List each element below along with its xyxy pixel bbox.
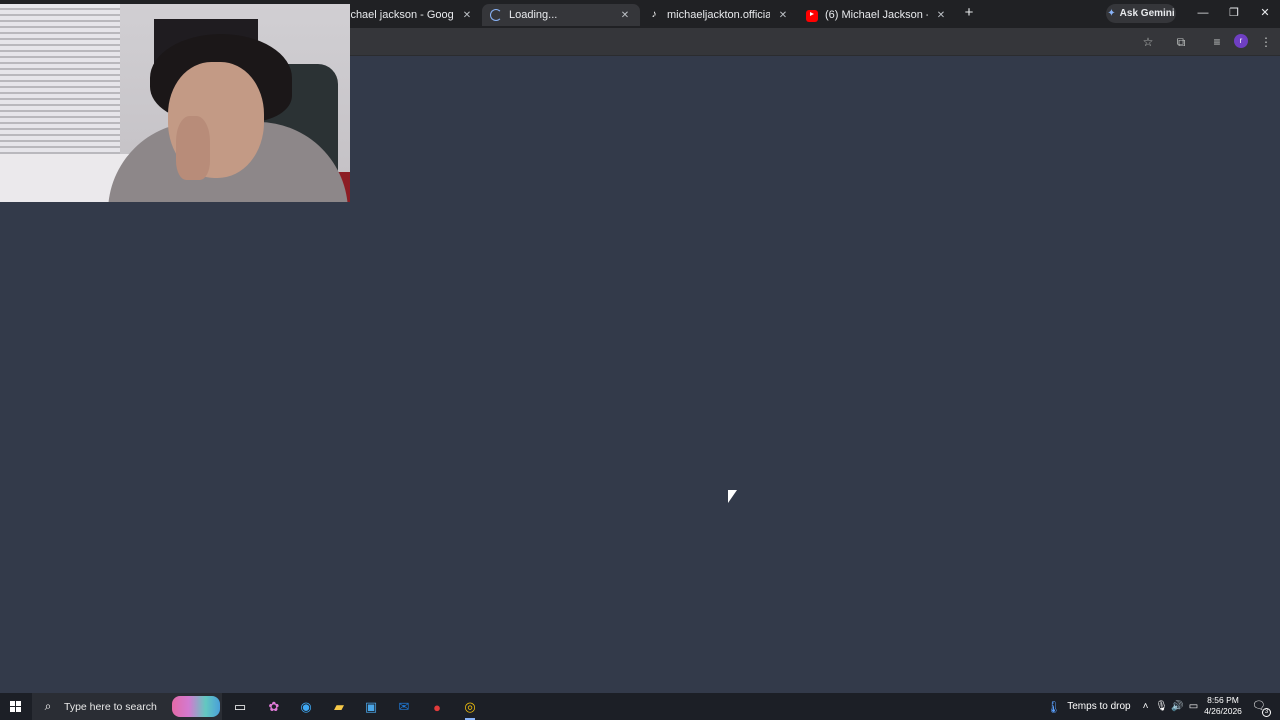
ask-gemini-label: Ask Gemini [1119,8,1175,19]
webcam-overlay [0,4,350,202]
windows-start-icon[interactable] [10,701,21,712]
copilot-icon[interactable]: ✿ [263,696,285,718]
windows-taskbar: ⌕ Type here to search ▭ ✿ ◉ ▰ ▣ ✉ ● ◎ 🌡 … [0,693,1280,720]
tab-title: michaeljackton.official (@micha [667,9,770,21]
chevron-up-icon[interactable]: ˄ [1139,700,1152,713]
thermometer-icon: 🌡 [1046,699,1062,714]
close-icon[interactable]: ✕ [618,10,632,21]
speaker-icon[interactable]: 🔊 [1171,700,1184,713]
close-icon[interactable]: ✕ [460,10,474,21]
tab-title: (6) Michael Jackson - YouTube [825,9,928,21]
system-clock[interactable]: 8:56 PM 4/26/2026 [1198,695,1248,717]
youtube-icon [806,10,818,22]
chrome-icon[interactable]: ◎ [459,696,481,720]
loading-spinner-icon [490,9,502,21]
close-window-button[interactable]: ✕ [1256,5,1274,21]
notification-count-badge: 3 [1262,708,1271,717]
outlook-icon[interactable]: ✉ [393,696,415,718]
gemini-sparkle-icon: ✦ [1107,8,1116,19]
tab-youtube[interactable]: (6) Michael Jackson - YouTube ✕ [798,4,956,26]
edge-icon[interactable]: ◉ [295,696,317,718]
restore-button[interactable]: ❐ [1225,5,1243,21]
app-red-icon[interactable]: ● [426,696,448,718]
search-icon: ⌕ [44,699,52,713]
search-tabs-icon[interactable]: ⧉ [1173,34,1189,50]
search-highlight-image [172,696,220,717]
close-icon[interactable]: ✕ [934,10,948,21]
mouse-cursor-icon [727,489,738,504]
weather-widget[interactable]: 🌡 Temps to drop [1046,693,1131,720]
more-menu-icon[interactable]: ⋮ [1258,34,1274,50]
tab-loading[interactable]: Loading... ✕ [482,4,640,26]
close-icon[interactable]: ✕ [776,10,790,21]
clock-time: 8:56 PM [1207,695,1239,705]
media-control-icon[interactable]: ≡ [1209,34,1225,50]
webcam-person-hand [176,116,210,180]
taskbar-search-box[interactable]: ⌕ Type here to search [32,693,222,720]
search-placeholder: Type here to search [64,700,157,713]
tab-google-search[interactable]: ichael jackson - Google Searc ✕ [340,4,482,26]
tab-title: ichael jackson - Google Searc [348,9,454,21]
profile-avatar[interactable]: r [1234,34,1248,48]
file-explorer-icon[interactable]: ▰ [328,696,350,718]
new-tab-button[interactable]: + [961,5,977,21]
weather-text: Temps to drop [1067,701,1131,712]
task-view-icon[interactable]: ▭ [229,696,251,718]
tab-title: Loading... [509,9,558,21]
ask-gemini-button[interactable]: ✦ Ask Gemini [1106,4,1176,23]
tiktok-icon: ♪ [651,9,657,20]
tab-tiktok[interactable]: ♪ michaeljackton.official (@micha ✕ [640,4,798,26]
minimize-button[interactable]: — [1194,5,1212,21]
clock-date: 4/26/2026 [1204,706,1242,716]
microphone-icon[interactable]: 🎙 [1155,700,1168,713]
bookmark-star-icon[interactable]: ☆ [1140,34,1156,50]
microsoft-store-icon[interactable]: ▣ [360,696,382,718]
